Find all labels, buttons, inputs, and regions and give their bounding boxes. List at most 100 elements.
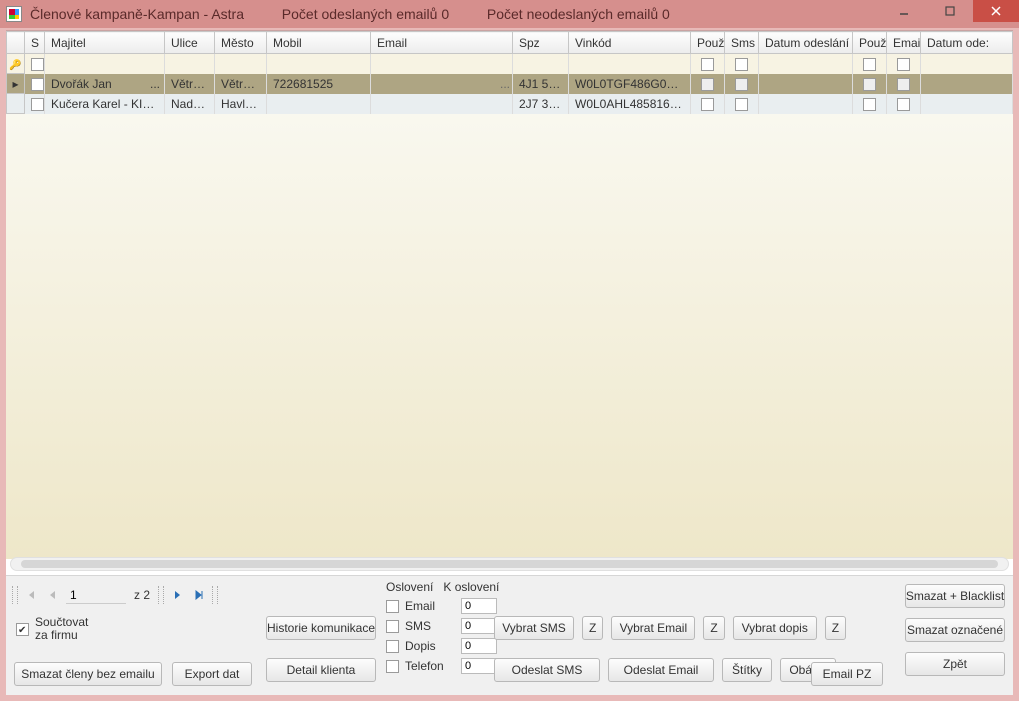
- col-ulice[interactable]: Ulice: [165, 32, 215, 54]
- z-dopis-button[interactable]: Z: [825, 616, 846, 640]
- cell-mobil: 722681525: [267, 74, 371, 94]
- detail-klienta-button[interactable]: Detail klienta: [266, 658, 376, 682]
- app-icon: [6, 6, 22, 22]
- cell-majitel: Kučera Karel - KIPO...: [45, 94, 165, 114]
- filter-email2-checkbox[interactable]: [897, 58, 910, 71]
- oslov-email-label: Email: [405, 599, 455, 613]
- right-buttons: Smazat + Blacklist Smazat označené Zpět: [905, 584, 1005, 676]
- row-pouzit2-checkbox[interactable]: [863, 98, 876, 111]
- nav-next-button[interactable]: [168, 586, 186, 604]
- oslov-dopis-label: Dopis: [405, 639, 455, 653]
- col-mesto[interactable]: Město: [215, 32, 267, 54]
- record-navigator: z 2: [12, 586, 218, 604]
- cell-email: [371, 94, 513, 114]
- cell-spz: 2J7 36-56: [513, 94, 569, 114]
- title-unsent: Počet neodeslaných emailů 0: [487, 6, 670, 22]
- col-pouzit2[interactable]: Použít: [853, 32, 887, 54]
- oslov-sms-count[interactable]: [461, 618, 497, 634]
- souctovat-checkbox[interactable]: [16, 623, 29, 636]
- row-email2-checkbox[interactable]: [897, 98, 910, 111]
- cell-mesto: Větrný ...: [215, 74, 267, 94]
- cell-mesto: Havlíčk...: [215, 94, 267, 114]
- stitky-button[interactable]: Štítky: [722, 658, 772, 682]
- col-datum1[interactable]: Datum odeslání: [759, 32, 853, 54]
- row-email2-checkbox[interactable]: [897, 78, 910, 91]
- bottom-panel: z 2 Součtovat za firmu Smazat členy bez …: [6, 575, 1013, 695]
- page-input[interactable]: [66, 586, 126, 604]
- filter-icon: 🔑: [9, 60, 21, 71]
- nav-prev-button[interactable]: [44, 586, 62, 604]
- oslov-telefon-checkbox[interactable]: [386, 660, 399, 673]
- col-majitel[interactable]: Majitel: [45, 32, 165, 54]
- horizontal-scrollbar[interactable]: [10, 557, 1009, 571]
- vybrat-sms-button[interactable]: Vybrat SMS: [494, 616, 574, 640]
- osloveni-group: Oslovení K oslovení Email SMS Dopis Tele…: [386, 580, 499, 676]
- row-pouzit1-checkbox[interactable]: [701, 78, 714, 91]
- row-pouzit2-checkbox[interactable]: [863, 78, 876, 91]
- maximize-button[interactable]: [927, 0, 973, 22]
- cell-spz: 4J1 52-10: [513, 74, 569, 94]
- smazat-blacklist-button[interactable]: Smazat + Blacklist: [905, 584, 1005, 608]
- nav-last-button[interactable]: [190, 586, 208, 604]
- vybrat-dopis-button[interactable]: Vybrat dopis: [733, 616, 817, 640]
- filter-s-checkbox[interactable]: [31, 58, 44, 71]
- nav-first-button[interactable]: [22, 586, 40, 604]
- col-mobil[interactable]: Mobil: [267, 32, 371, 54]
- minimize-button[interactable]: [881, 0, 927, 22]
- row-s-checkbox[interactable]: [31, 98, 44, 111]
- oslov-email-count[interactable]: [461, 598, 497, 614]
- row-indicator: [7, 94, 25, 114]
- row-indicator-icon: ▸: [7, 74, 25, 94]
- historie-komunikace-button[interactable]: Historie komunikace: [266, 616, 376, 640]
- cell-vinkod: W0L0AHL4858165547: [569, 94, 691, 114]
- odeslat-sms-button[interactable]: Odeslat SMS: [494, 658, 600, 682]
- action-buttons: Vybrat SMS Z Vybrat Email Z Vybrat dopis…: [494, 616, 846, 682]
- row-pouzit1-checkbox[interactable]: [701, 98, 714, 111]
- row-sms-checkbox[interactable]: [735, 98, 748, 111]
- email-pz-button[interactable]: Email PZ: [811, 662, 883, 686]
- filter-row[interactable]: 🔑: [7, 54, 1013, 74]
- filter-pouzit1-checkbox[interactable]: [701, 58, 714, 71]
- cell-majitel: Dvořák Jan: [51, 77, 112, 91]
- col-email2[interactable]: Email: [887, 32, 921, 54]
- row-sms-checkbox[interactable]: [735, 78, 748, 91]
- table-row[interactable]: ▸ Dvořák Jan ... Větrný ... Větrný ... 7…: [7, 74, 1013, 94]
- smazat-bez-emailu-button[interactable]: Smazat členy bez emailu: [14, 662, 162, 686]
- smazat-oznacene-button[interactable]: Smazat označené: [905, 618, 1005, 642]
- z-email-button[interactable]: Z: [703, 616, 724, 640]
- zpet-button[interactable]: Zpět: [905, 652, 1005, 676]
- grip-icon: [12, 586, 18, 604]
- filter-sms-checkbox[interactable]: [735, 58, 748, 71]
- oslov-email-checkbox[interactable]: [386, 600, 399, 613]
- oslov-dopis-count[interactable]: [461, 638, 497, 654]
- col-sms[interactable]: Sms: [725, 32, 759, 54]
- col-spz[interactable]: Spz: [513, 32, 569, 54]
- export-dat-button[interactable]: Export dat: [172, 662, 252, 686]
- vybrat-email-button[interactable]: Vybrat Email: [611, 616, 695, 640]
- grip-icon: [212, 586, 218, 604]
- ellipsis-icon[interactable]: ...: [150, 77, 160, 91]
- oslov-telefon-count[interactable]: [461, 658, 497, 674]
- col-email[interactable]: Email: [371, 32, 513, 54]
- close-button[interactable]: [973, 0, 1019, 22]
- col-vinkod[interactable]: Vinkód: [569, 32, 691, 54]
- grid[interactable]: S Majitel Ulice Město Mobil Email Spz Vi…: [6, 31, 1013, 559]
- z-sms-button[interactable]: Z: [582, 616, 603, 640]
- odeslat-email-button[interactable]: Odeslat Email: [608, 658, 714, 682]
- col-pouzit1[interactable]: Použít: [691, 32, 725, 54]
- oslov-sms-checkbox[interactable]: [386, 620, 399, 633]
- oslov-dopis-checkbox[interactable]: [386, 640, 399, 653]
- table-row[interactable]: Kučera Karel - KIPO... Nad st... Havlíčk…: [7, 94, 1013, 114]
- col-s[interactable]: S: [25, 32, 45, 54]
- title-sent: Počet odeslaných emailů 0: [282, 6, 449, 22]
- souctovat-checkbox-row[interactable]: Součtovat za firmu: [16, 616, 88, 642]
- filter-pouzit2-checkbox[interactable]: [863, 58, 876, 71]
- window-title: Členové kampaně-Kampan - Astra Počet ode…: [30, 6, 670, 22]
- row-s-checkbox[interactable]: [31, 78, 44, 91]
- page-total: z 2: [130, 588, 154, 602]
- osloveni-header: Oslovení: [386, 580, 433, 594]
- window-controls: [881, 0, 1019, 22]
- cell-ulice: Nad st...: [165, 94, 215, 114]
- col-datum2[interactable]: Datum ode:: [921, 32, 1013, 54]
- scroll-thumb[interactable]: [21, 560, 998, 568]
